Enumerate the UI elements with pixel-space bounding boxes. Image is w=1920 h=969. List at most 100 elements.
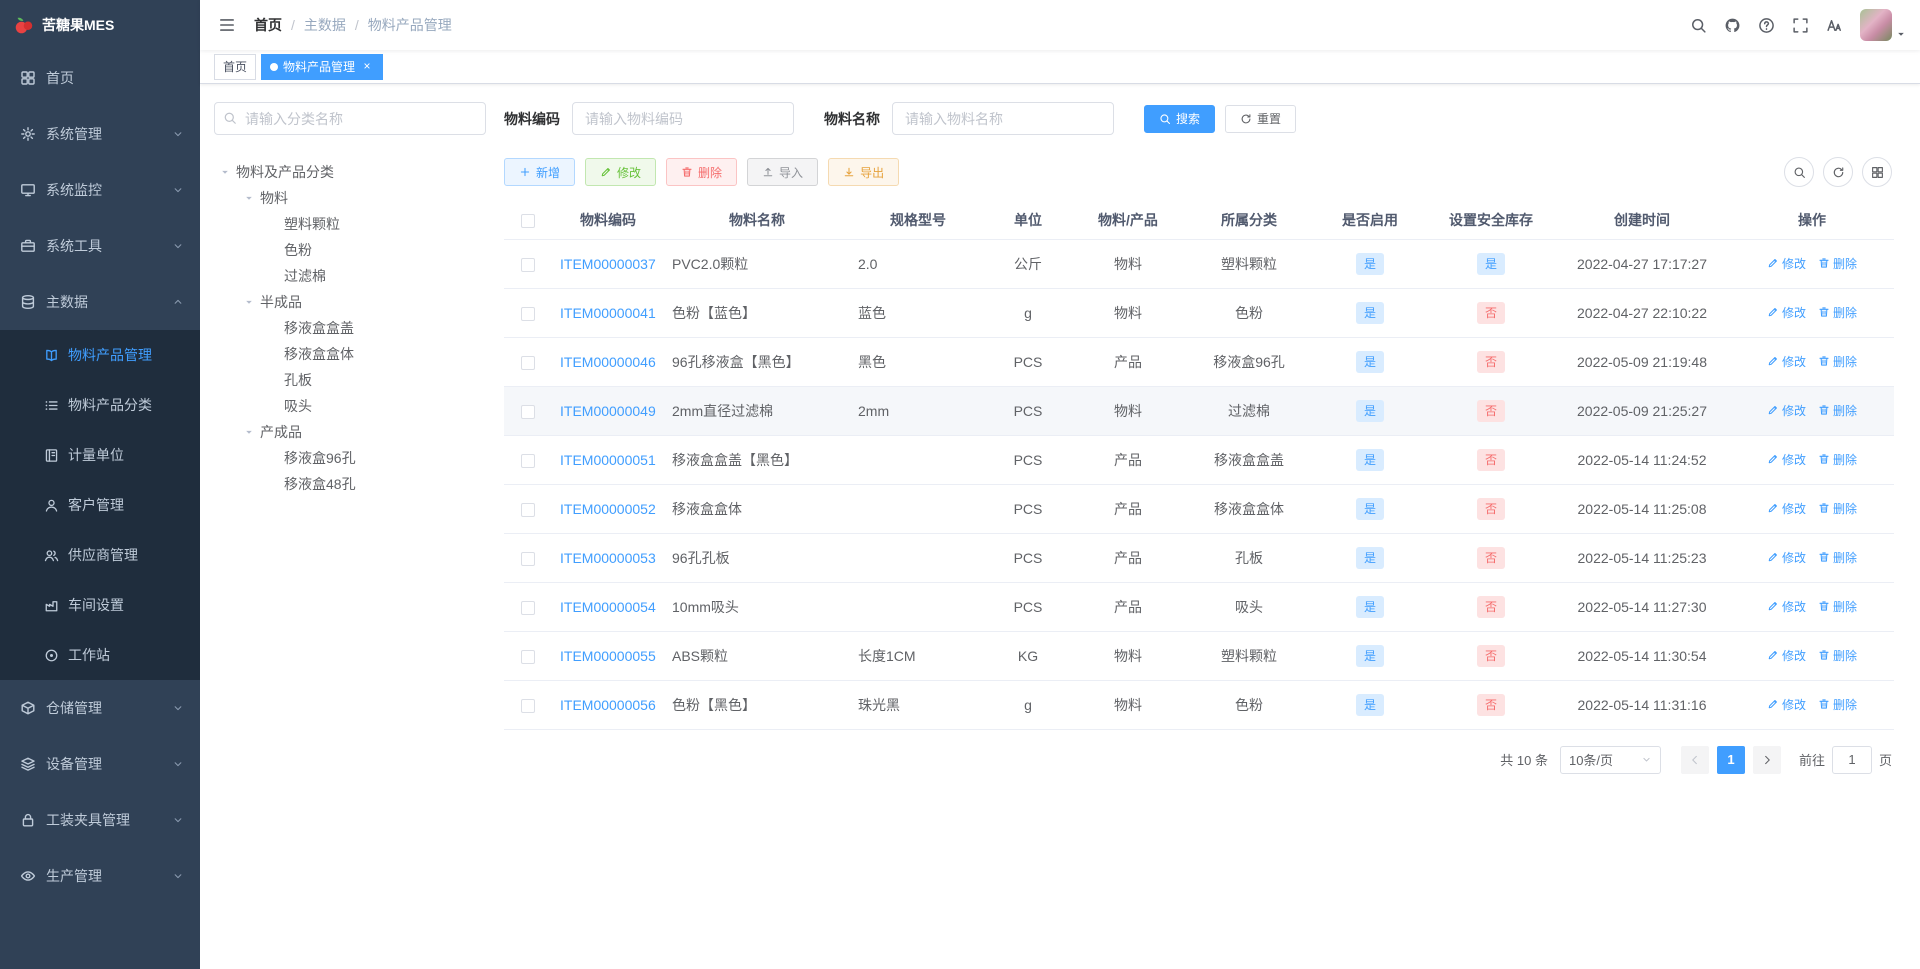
tree-node[interactable]: 吸头 bbox=[214, 393, 486, 419]
sidebar-item-measure-unit[interactable]: 计量单位 bbox=[0, 430, 200, 480]
edit-row-button[interactable]: 修改 bbox=[1767, 696, 1806, 713]
material-code-link[interactable]: ITEM00000049 bbox=[560, 403, 656, 419]
row-checkbox[interactable] bbox=[521, 306, 535, 321]
tree-node[interactable]: 移液盒96孔 bbox=[214, 445, 486, 471]
tree-node[interactable]: 孔板 bbox=[214, 367, 486, 393]
delete-row-button[interactable]: 删除 bbox=[1818, 402, 1857, 419]
sidebar-item-system-management[interactable]: 系统管理 bbox=[0, 106, 200, 162]
material-code-link[interactable]: ITEM00000056 bbox=[560, 697, 656, 713]
import-button[interactable]: 导入 bbox=[747, 158, 819, 186]
tree-node[interactable]: 物料及产品分类 bbox=[214, 159, 486, 185]
sidebar-item-production-management[interactable]: 生产管理 bbox=[0, 848, 200, 904]
tree-caret-icon[interactable] bbox=[238, 193, 260, 203]
material-code-link[interactable]: ITEM00000037 bbox=[560, 256, 656, 272]
row-checkbox[interactable] bbox=[521, 551, 535, 566]
sidebar-item-home[interactable]: 首页 bbox=[0, 50, 200, 106]
delete-button[interactable]: 删除 bbox=[666, 158, 738, 186]
edit-row-button[interactable]: 修改 bbox=[1767, 255, 1806, 272]
material-code-link[interactable]: ITEM00000053 bbox=[560, 550, 656, 566]
columns-button[interactable] bbox=[1862, 157, 1892, 187]
delete-row-button[interactable]: 删除 bbox=[1818, 255, 1857, 272]
search-button[interactable]: 搜索 bbox=[1144, 104, 1216, 133]
github-button[interactable] bbox=[1716, 9, 1748, 41]
goto-page-input[interactable] bbox=[1831, 745, 1872, 774]
toggle-search-button[interactable] bbox=[1784, 157, 1814, 187]
tree-node[interactable]: 半成品 bbox=[214, 289, 486, 315]
delete-row-button[interactable]: 删除 bbox=[1818, 696, 1857, 713]
row-checkbox[interactable] bbox=[521, 502, 535, 517]
sidebar-item-customer-management[interactable]: 客户管理 bbox=[0, 480, 200, 530]
sidebar-item-equipment-management[interactable]: 设备管理 bbox=[0, 736, 200, 792]
page-1-button[interactable]: 1 bbox=[1716, 745, 1745, 774]
delete-row-button[interactable]: 删除 bbox=[1818, 451, 1857, 468]
tree-caret-icon[interactable] bbox=[238, 297, 260, 307]
sidebar-item-workstation[interactable]: 工作站 bbox=[0, 630, 200, 680]
tree-caret-icon[interactable] bbox=[238, 427, 260, 437]
refresh-button[interactable] bbox=[1823, 157, 1853, 187]
row-checkbox[interactable] bbox=[521, 649, 535, 664]
hamburger-icon[interactable] bbox=[214, 16, 240, 34]
tree-node[interactable]: 色粉 bbox=[214, 237, 486, 263]
help-button[interactable] bbox=[1750, 9, 1782, 41]
material-code-link[interactable]: ITEM00000051 bbox=[560, 452, 656, 468]
edit-row-button[interactable]: 修改 bbox=[1767, 647, 1806, 664]
tab-material-product-management[interactable]: 物料产品管理 × bbox=[261, 53, 384, 80]
breadcrumb-item[interactable]: 主数据 bbox=[304, 15, 346, 35]
material-code-input[interactable] bbox=[572, 102, 794, 135]
user-avatar[interactable] bbox=[1860, 9, 1892, 41]
material-code-link[interactable]: ITEM00000052 bbox=[560, 501, 656, 517]
edit-row-button[interactable]: 修改 bbox=[1767, 549, 1806, 566]
row-checkbox[interactable] bbox=[521, 453, 535, 468]
tree-node[interactable]: 过滤棉 bbox=[214, 263, 486, 289]
delete-row-button[interactable]: 删除 bbox=[1818, 549, 1857, 566]
tree-node[interactable]: 塑料颗粒 bbox=[214, 211, 486, 237]
edit-row-button[interactable]: 修改 bbox=[1767, 451, 1806, 468]
select-all-checkbox[interactable] bbox=[521, 213, 535, 228]
sidebar-item-system-tools[interactable]: 系统工具 bbox=[0, 218, 200, 274]
font-size-button[interactable] bbox=[1818, 9, 1850, 41]
edit-row-button[interactable]: 修改 bbox=[1767, 304, 1806, 321]
tree-node[interactable]: 移液盒盒体 bbox=[214, 341, 486, 367]
delete-row-button[interactable]: 删除 bbox=[1818, 304, 1857, 321]
edit-row-button[interactable]: 修改 bbox=[1767, 500, 1806, 517]
delete-row-button[interactable]: 删除 bbox=[1818, 598, 1857, 615]
edit-row-button[interactable]: 修改 bbox=[1767, 598, 1806, 615]
sidebar-item-system-monitor[interactable]: 系统监控 bbox=[0, 162, 200, 218]
sidebar-item-fixture-management[interactable]: 工装夹具管理 bbox=[0, 792, 200, 848]
fullscreen-button[interactable] bbox=[1784, 9, 1816, 41]
row-checkbox[interactable] bbox=[521, 257, 535, 272]
caret-down-icon[interactable] bbox=[1896, 29, 1906, 41]
tab-home[interactable]: 首页 bbox=[214, 53, 257, 80]
delete-row-button[interactable]: 删除 bbox=[1818, 647, 1857, 664]
row-checkbox[interactable] bbox=[521, 404, 535, 419]
prev-page-button[interactable] bbox=[1680, 745, 1709, 774]
material-code-link[interactable]: ITEM00000041 bbox=[560, 305, 656, 321]
header-search-button[interactable] bbox=[1682, 9, 1714, 41]
sidebar-item-workshop-settings[interactable]: 车间设置 bbox=[0, 580, 200, 630]
material-code-link[interactable]: ITEM00000046 bbox=[560, 354, 656, 370]
edit-row-button[interactable]: 修改 bbox=[1767, 353, 1806, 370]
tree-node[interactable]: 物料 bbox=[214, 185, 486, 211]
tree-caret-icon[interactable] bbox=[214, 167, 236, 177]
delete-row-button[interactable]: 删除 bbox=[1818, 353, 1857, 370]
sidebar-item-warehouse-management[interactable]: 仓储管理 bbox=[0, 680, 200, 736]
material-name-input[interactable] bbox=[892, 102, 1114, 135]
material-code-link[interactable]: ITEM00000055 bbox=[560, 648, 656, 664]
sidebar-item-supplier-management[interactable]: 供应商管理 bbox=[0, 530, 200, 580]
row-checkbox[interactable] bbox=[521, 698, 535, 713]
tree-node[interactable]: 移液盒盒盖 bbox=[214, 315, 486, 341]
page-size-select[interactable]: 10条/页 bbox=[1559, 745, 1661, 774]
export-button[interactable]: 导出 bbox=[828, 158, 900, 186]
material-code-link[interactable]: ITEM00000054 bbox=[560, 599, 656, 615]
row-checkbox[interactable] bbox=[521, 600, 535, 615]
tree-node[interactable]: 移液盒48孔 bbox=[214, 471, 486, 497]
add-button[interactable]: 新增 bbox=[504, 158, 576, 186]
category-search-input[interactable] bbox=[214, 102, 486, 135]
edit-row-button[interactable]: 修改 bbox=[1767, 402, 1806, 419]
breadcrumb-item[interactable]: 首页 bbox=[254, 15, 282, 35]
tab-close-icon[interactable]: × bbox=[360, 60, 374, 74]
next-page-button[interactable] bbox=[1752, 745, 1781, 774]
delete-row-button[interactable]: 删除 bbox=[1818, 500, 1857, 517]
row-checkbox[interactable] bbox=[521, 355, 535, 370]
sidebar-item-master-data[interactable]: 主数据 bbox=[0, 274, 200, 330]
